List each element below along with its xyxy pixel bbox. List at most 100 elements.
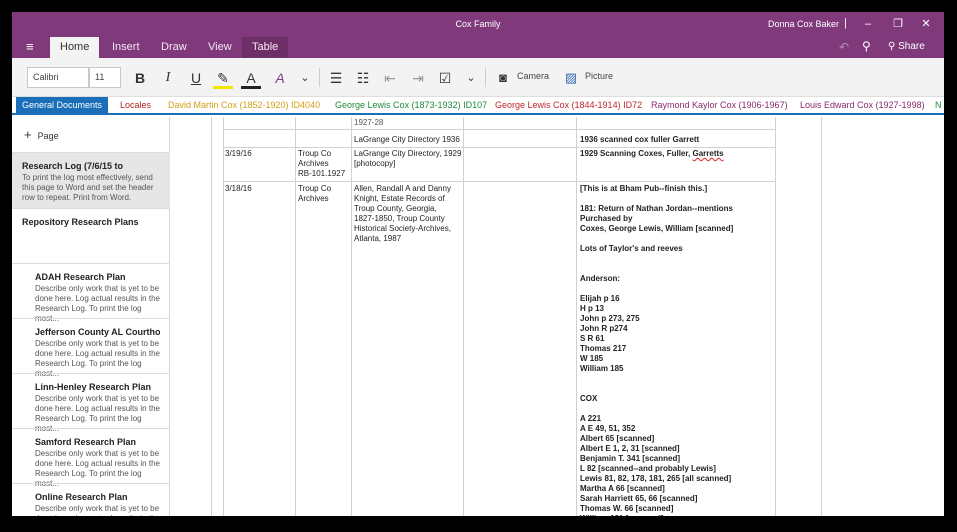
cell-line: W 185 xyxy=(580,354,604,363)
font-name-box[interactable]: Calibri xyxy=(27,67,89,88)
cell-line: Albert E 1, 2, 31 [scanned] xyxy=(580,444,680,453)
bullets-icon[interactable]: ☰ xyxy=(326,67,346,89)
cell-line: Troup Co xyxy=(298,184,332,193)
table-cell[interactable]: 3/18/16 xyxy=(225,184,295,194)
add-page-button[interactable]: + Page xyxy=(24,127,59,142)
restore-button[interactable]: ❐ xyxy=(886,15,910,33)
underline-button[interactable]: U xyxy=(186,67,206,89)
toolbar-divider xyxy=(319,68,320,87)
cell-line: RB-101.1927 xyxy=(298,169,346,178)
page-item[interactable]: Jefferson County AL Courtho... Describe o… xyxy=(12,318,170,378)
page-preview-line: this page to Word and set the header xyxy=(22,183,154,192)
cell-line xyxy=(580,234,775,244)
tab-draw[interactable]: Draw xyxy=(151,37,197,58)
camera-icon[interactable]: ◙ xyxy=(494,67,512,89)
table-cell[interactable]: LaGrange City Directory 1936 xyxy=(354,135,464,145)
table-cell[interactable]: Troup Co Archives xyxy=(298,184,354,204)
page-title: ADAH Research Plan xyxy=(35,272,126,282)
cell-line xyxy=(580,384,775,394)
page-item[interactable]: Linn-Henley Research Plan Describe only w… xyxy=(12,373,170,433)
page-preview-line: done here. Log actual results in the xyxy=(35,404,160,413)
cell-line: John p 273, 275 xyxy=(580,314,640,323)
picture-icon[interactable]: ▨ xyxy=(562,67,580,89)
tab-view[interactable]: View xyxy=(198,37,242,58)
page-item[interactable]: Online Research Plan Describe only work t… xyxy=(12,483,170,516)
cell-line: Archives xyxy=(298,194,329,203)
checkbox-icon[interactable]: ☑ xyxy=(435,67,455,89)
cell-line: Historical Society-Archives, xyxy=(354,224,451,233)
picture-label[interactable]: Picture xyxy=(585,71,613,81)
cell-line: Lewis 81, 82, 178, 181, 265 [all scanned… xyxy=(580,474,732,483)
page-item[interactable]: ADAH Research Plan Describe only work tha… xyxy=(12,263,170,323)
page-preview-line: done here. Log actual results in the xyxy=(35,349,160,358)
section-tab[interactable]: George Lewis Cox (1844-1914) ID72 xyxy=(489,97,648,115)
page-preview-line: Describe only work that is yet to be xyxy=(35,449,160,458)
cell-line: COX xyxy=(580,394,598,403)
table-column-border xyxy=(223,117,224,516)
tab-home[interactable]: Home xyxy=(50,37,100,58)
page-content: 1927-28 LaGrange City Directory 1936 1936 … xyxy=(171,117,944,516)
page-item[interactable]: Repository Research Plans xyxy=(12,208,170,263)
close-button[interactable]: ✕ xyxy=(914,15,938,33)
page-preview-line: row to repeat. Print from Word. xyxy=(22,193,132,202)
page-title: Research Log (7/6/15 to xyxy=(22,161,124,171)
table-cell[interactable]: [This is at Bham Pub--finish this.] 181: … xyxy=(580,184,775,516)
cell-line: 1827-1850, Troup County xyxy=(354,214,445,223)
minimize-button[interactable]: – xyxy=(856,15,880,33)
table-cell[interactable]: Troup Co Archives RB-101.1927 xyxy=(298,149,354,179)
section-tab[interactable]: George Lewis Cox (1873-1932) ID107 xyxy=(329,97,493,115)
page-preview-line: To print the log most effectively, send xyxy=(22,173,153,182)
title-bar: Cox Family Donna Cox Baker | – ❐ ✕ xyxy=(12,12,944,37)
section-tab[interactable]: David Martin Cox (1852-1920) ID4040 xyxy=(162,97,326,115)
bold-button[interactable]: B xyxy=(130,67,150,89)
cell-line: LaGrange City Directory 1936 xyxy=(354,135,460,144)
misspelled-word[interactable]: Garretts xyxy=(693,149,724,158)
user-name[interactable]: Donna Cox Baker xyxy=(768,19,839,29)
page-preview: Describe only work that is yet to bedone… xyxy=(35,504,160,516)
cell-line: [photocopy] xyxy=(354,159,396,168)
outdent-icon[interactable]: ⇤ xyxy=(380,67,400,89)
table-cell[interactable]: 1927-28 xyxy=(354,118,464,128)
section-tab[interactable]: N xyxy=(929,97,944,115)
font-size-box[interactable]: 11 xyxy=(89,67,121,88)
undo-icon[interactable]: ↶ xyxy=(839,40,849,54)
font-color-button[interactable]: A xyxy=(241,67,261,89)
section-tab[interactable]: Louis Edward Cox (1927-1998) xyxy=(794,97,931,115)
page-title: Linn-Henley Research Plan xyxy=(35,382,152,392)
cell-line: Anderson: xyxy=(580,274,620,283)
section-tab[interactable]: Locales xyxy=(114,97,157,115)
cell-line xyxy=(580,374,775,384)
table-row-border xyxy=(223,181,775,182)
add-page-label: Page xyxy=(37,131,59,141)
page-item[interactable]: Samford Research Plan Describe only work … xyxy=(12,428,170,488)
table-cell[interactable]: 1936 scanned cox fuller Garrett xyxy=(580,135,775,145)
table-column-border xyxy=(463,117,464,516)
table-cell[interactable]: 3/19/16 xyxy=(225,149,295,159)
tab-table[interactable]: Table xyxy=(242,37,289,58)
person-icon[interactable]: ⚲ xyxy=(862,39,871,53)
page-item[interactable]: Research Log (7/6/15 to To print the log … xyxy=(12,152,170,208)
cell-line: Albert 65 [scanned] xyxy=(580,434,655,443)
table-cell[interactable]: 1929 Scanning Coxes, Fuller, Garretts xyxy=(580,149,775,159)
camera-label[interactable]: Camera xyxy=(517,71,549,81)
more-format-chevron-icon[interactable]: ⌄ xyxy=(297,67,313,89)
tab-insert[interactable]: Insert xyxy=(102,37,150,58)
page-preview-line: Describe only work that is yet to be xyxy=(35,394,160,403)
table-column-border xyxy=(775,117,776,516)
share-button[interactable]: ⚲ Share xyxy=(888,41,925,52)
highlight-icon[interactable]: ✎ xyxy=(213,67,233,89)
numbering-icon[interactable]: ☷ xyxy=(353,67,373,89)
page-preview-line: Describe only work that is yet to be xyxy=(35,504,160,513)
table-column-border xyxy=(821,117,822,516)
cell-line xyxy=(580,194,775,204)
table-cell[interactable]: Allen, Randall A and Danny Knight, Estate… xyxy=(354,184,464,244)
table-cell[interactable]: LaGrange City Directory, 1929 [photocopy] xyxy=(354,149,464,169)
clear-format-icon[interactable]: A xyxy=(270,67,290,89)
menu-icon[interactable]: ≡ xyxy=(26,39,34,54)
cell-line: A E 49, 51, 352 xyxy=(580,424,636,433)
section-tab[interactable]: Raymond Kaylor Cox (1906-1967) xyxy=(645,97,794,115)
italic-button[interactable]: I xyxy=(158,67,178,89)
indent-icon[interactable]: ⇥ xyxy=(408,67,428,89)
more-list-chevron-icon[interactable]: ⌄ xyxy=(463,67,479,89)
section-tab[interactable]: General Documents xyxy=(16,97,109,115)
